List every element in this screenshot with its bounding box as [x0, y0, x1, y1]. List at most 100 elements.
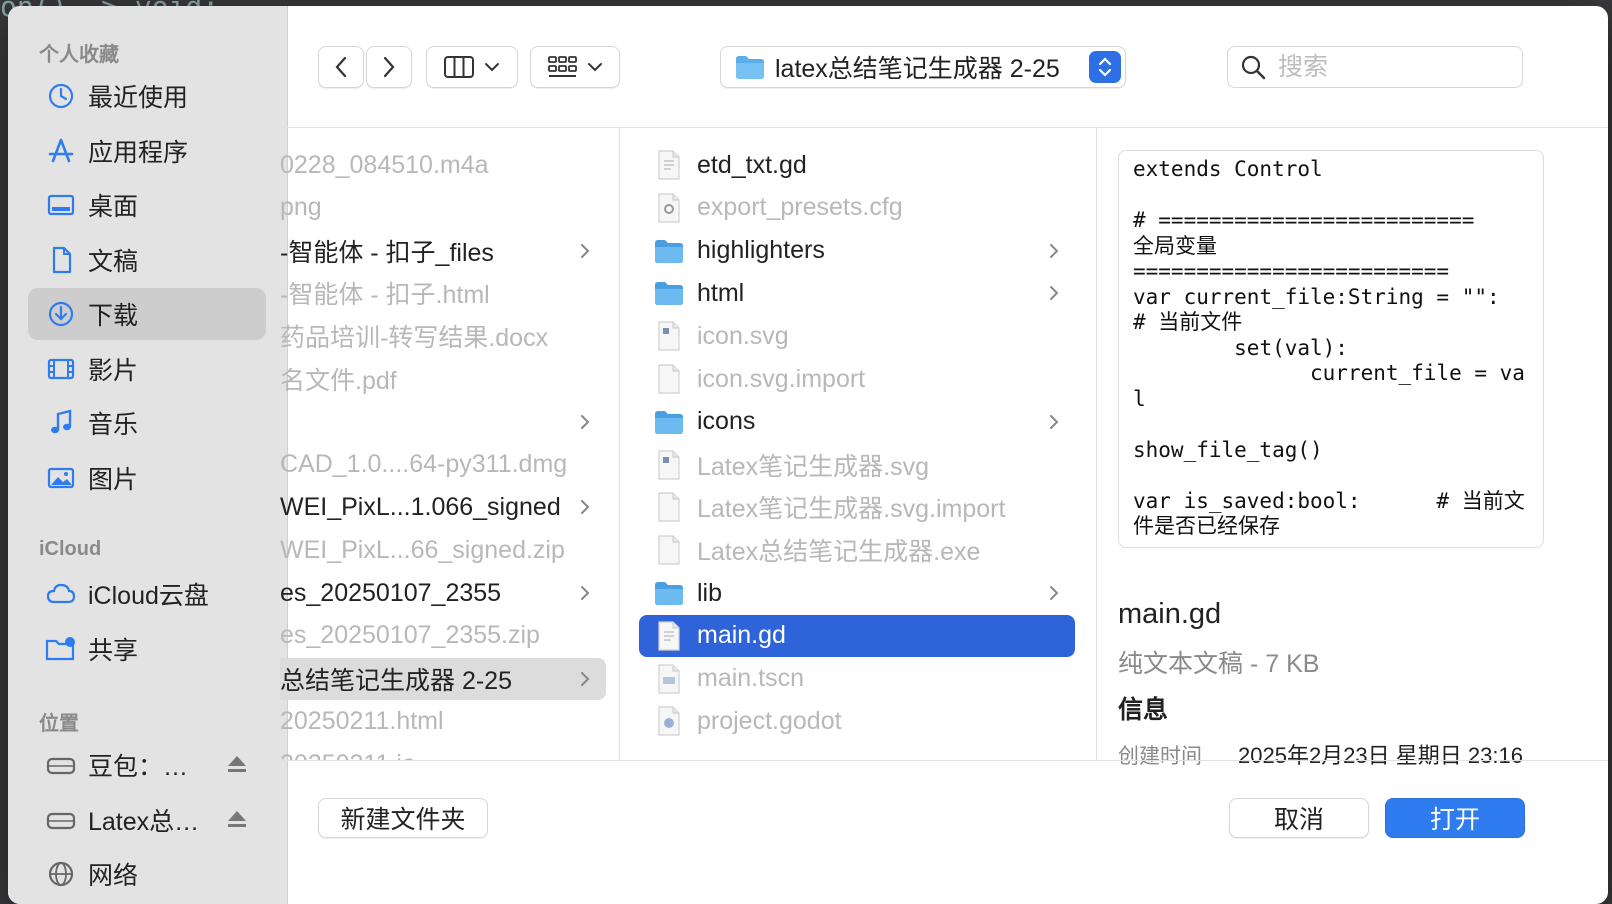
- folder-contents-column: etd_txt.gd export_presets.cfg highlighters…: [621, 128, 1097, 760]
- svg-file-icon: [653, 449, 685, 481]
- open-button[interactable]: 打开: [1385, 798, 1525, 838]
- sidebar-item-label: 音乐: [88, 411, 139, 439]
- list-item-label: CAD_1.0....64-py311.dmg: [280, 450, 568, 479]
- list-item-label: -智能体 - 扣子_files: [280, 238, 494, 267]
- updown-icon: [1089, 51, 1121, 83]
- list-item-label: WEI_PixL...66_signed.zip: [280, 535, 565, 564]
- path-popup[interactable]: latex总结笔记生成器 2-25: [720, 46, 1126, 88]
- desktop-icon: [44, 188, 78, 222]
- sidebar-item[interactable]: 豆包：…: [28, 739, 266, 791]
- list-item[interactable]: 0228_084510.m4a: [280, 144, 606, 186]
- eject-icon[interactable]: [226, 808, 248, 835]
- list-item-label: es_20250107_2355: [280, 578, 502, 607]
- list-item-label: project.godot: [697, 706, 842, 735]
- folder-icon: [736, 56, 764, 79]
- list-item[interactable]: png: [280, 187, 606, 229]
- chevron-right-icon: [1047, 282, 1061, 311]
- drive-icon: [44, 748, 78, 782]
- eject-icon[interactable]: [226, 753, 248, 780]
- search-input[interactable]: [1278, 52, 1498, 82]
- sidebar-item[interactable]: 网络: [28, 848, 266, 900]
- document-icon: [44, 243, 78, 277]
- list-item-label: export_presets.cfg: [697, 193, 903, 222]
- sidebar-section-header: 个人收藏: [39, 44, 119, 66]
- group-by-button[interactable]: [530, 46, 620, 88]
- view-columns-button[interactable]: [426, 46, 518, 88]
- list-item-label: icons: [697, 407, 756, 436]
- folder-icon: [653, 406, 685, 438]
- sidebar-item[interactable]: 音乐: [28, 397, 266, 449]
- list-item[interactable]: WEI_PixL...66_signed.zip: [280, 529, 606, 571]
- folder-icon: [653, 277, 685, 309]
- sidebar-item[interactable]: 下载: [28, 288, 266, 340]
- godot-file-icon: [653, 705, 685, 737]
- chevron-right-icon: [578, 496, 592, 525]
- sidebar-item[interactable]: 文稿: [28, 234, 266, 286]
- list-item[interactable]: icon.svg.import: [639, 358, 1075, 400]
- sidebar-item[interactable]: 最近使用: [28, 70, 266, 122]
- list-item[interactable]: Latex总结笔记生成器.exe: [639, 529, 1075, 571]
- forward-button[interactable]: [366, 46, 412, 88]
- list-item[interactable]: etd_txt.gd: [639, 144, 1075, 186]
- list-item[interactable]: icons: [639, 401, 1075, 443]
- list-item[interactable]: WEI_PixL...1.066_signed: [280, 486, 606, 528]
- file-preview: extends Control # ======================…: [1118, 150, 1544, 548]
- list-item[interactable]: 20250211.html: [280, 700, 606, 742]
- list-item[interactable]: highlighters: [639, 230, 1075, 272]
- list-item[interactable]: es_20250107_2355.zip: [280, 615, 606, 657]
- list-item-label: png: [280, 193, 322, 222]
- list-item[interactable]: Latex笔记生成器.svg: [639, 444, 1075, 486]
- sidebar-item-label: 最近使用: [88, 84, 189, 112]
- columns-view-icon: [444, 56, 474, 78]
- chevron-right-icon: [383, 56, 395, 78]
- preview-pane: extends Control # ======================…: [1098, 128, 1568, 768]
- path-popup-label: latex总结笔记生成器 2-25: [775, 55, 1060, 83]
- list-item-label: main.gd: [697, 621, 786, 650]
- sidebar-item[interactable]: 图片: [28, 452, 266, 504]
- list-item-label: es_20250107_2355.zip: [280, 621, 540, 650]
- sidebar-section-header: iCloud: [39, 538, 102, 560]
- list-item-label: icon.svg.import: [697, 364, 866, 393]
- list-item[interactable]: export_presets.cfg: [639, 187, 1075, 229]
- list-item[interactable]: html: [639, 272, 1075, 314]
- list-item[interactable]: 总结笔记生成器 2-25: [280, 657, 606, 700]
- list-item-label: -智能体 - 扣子.html: [280, 281, 490, 310]
- list-item[interactable]: 20250211.io: [280, 743, 606, 760]
- list-item[interactable]: [280, 401, 606, 443]
- chevron-right-icon: [1047, 411, 1061, 440]
- chevron-right-icon: [578, 582, 592, 611]
- list-item[interactable]: es_20250107_2355: [280, 572, 606, 614]
- clock-icon: [44, 79, 78, 113]
- sidebar-item[interactable]: 桌面: [28, 179, 266, 231]
- list-item[interactable]: 药品培训-转写结果.docx: [280, 315, 606, 357]
- list-item[interactable]: 名文件.pdf: [280, 358, 606, 400]
- folder-icon: [653, 577, 685, 609]
- back-button[interactable]: [318, 46, 364, 88]
- list-item[interactable]: -智能体 - 扣子_files: [280, 230, 606, 272]
- sidebar-item[interactable]: 应用程序: [28, 125, 266, 177]
- sidebar-item-label: 下载: [88, 302, 139, 330]
- photo-icon: [44, 461, 78, 495]
- list-item[interactable]: CAD_1.0....64-py311.dmg: [280, 444, 606, 486]
- sidebar-item[interactable]: 影片: [28, 343, 266, 395]
- list-item[interactable]: main.gd: [639, 614, 1075, 657]
- list-item-label: Latex笔记生成器.svg: [697, 452, 930, 481]
- sidebar-item-label: 应用程序: [88, 138, 189, 167]
- list-item-label: Latex笔记生成器.svg.import: [697, 495, 1006, 524]
- list-item[interactable]: -智能体 - 扣子.html: [280, 272, 606, 314]
- list-item[interactable]: project.godot: [639, 700, 1075, 742]
- sidebar-item[interactable]: 共享: [28, 623, 266, 675]
- new-folder-button[interactable]: 新建文件夹: [318, 798, 488, 838]
- list-item-label: html: [697, 278, 745, 307]
- list-item[interactable]: main.tscn: [639, 658, 1075, 700]
- sidebar-item[interactable]: iCloud云盘: [28, 568, 266, 620]
- svg-file-icon: [653, 320, 685, 352]
- list-item[interactable]: Latex笔记生成器.svg.import: [639, 486, 1075, 528]
- list-item-label: 20250211.html: [280, 706, 444, 735]
- list-item[interactable]: lib: [639, 572, 1075, 614]
- cancel-button[interactable]: 取消: [1229, 798, 1369, 838]
- list-item[interactable]: icon.svg: [639, 315, 1075, 357]
- search-field[interactable]: [1227, 46, 1523, 88]
- sidebar-item[interactable]: Latex总…: [28, 794, 266, 846]
- preview-file-kind: 纯文本文稿 - 7 KB: [1118, 650, 1320, 678]
